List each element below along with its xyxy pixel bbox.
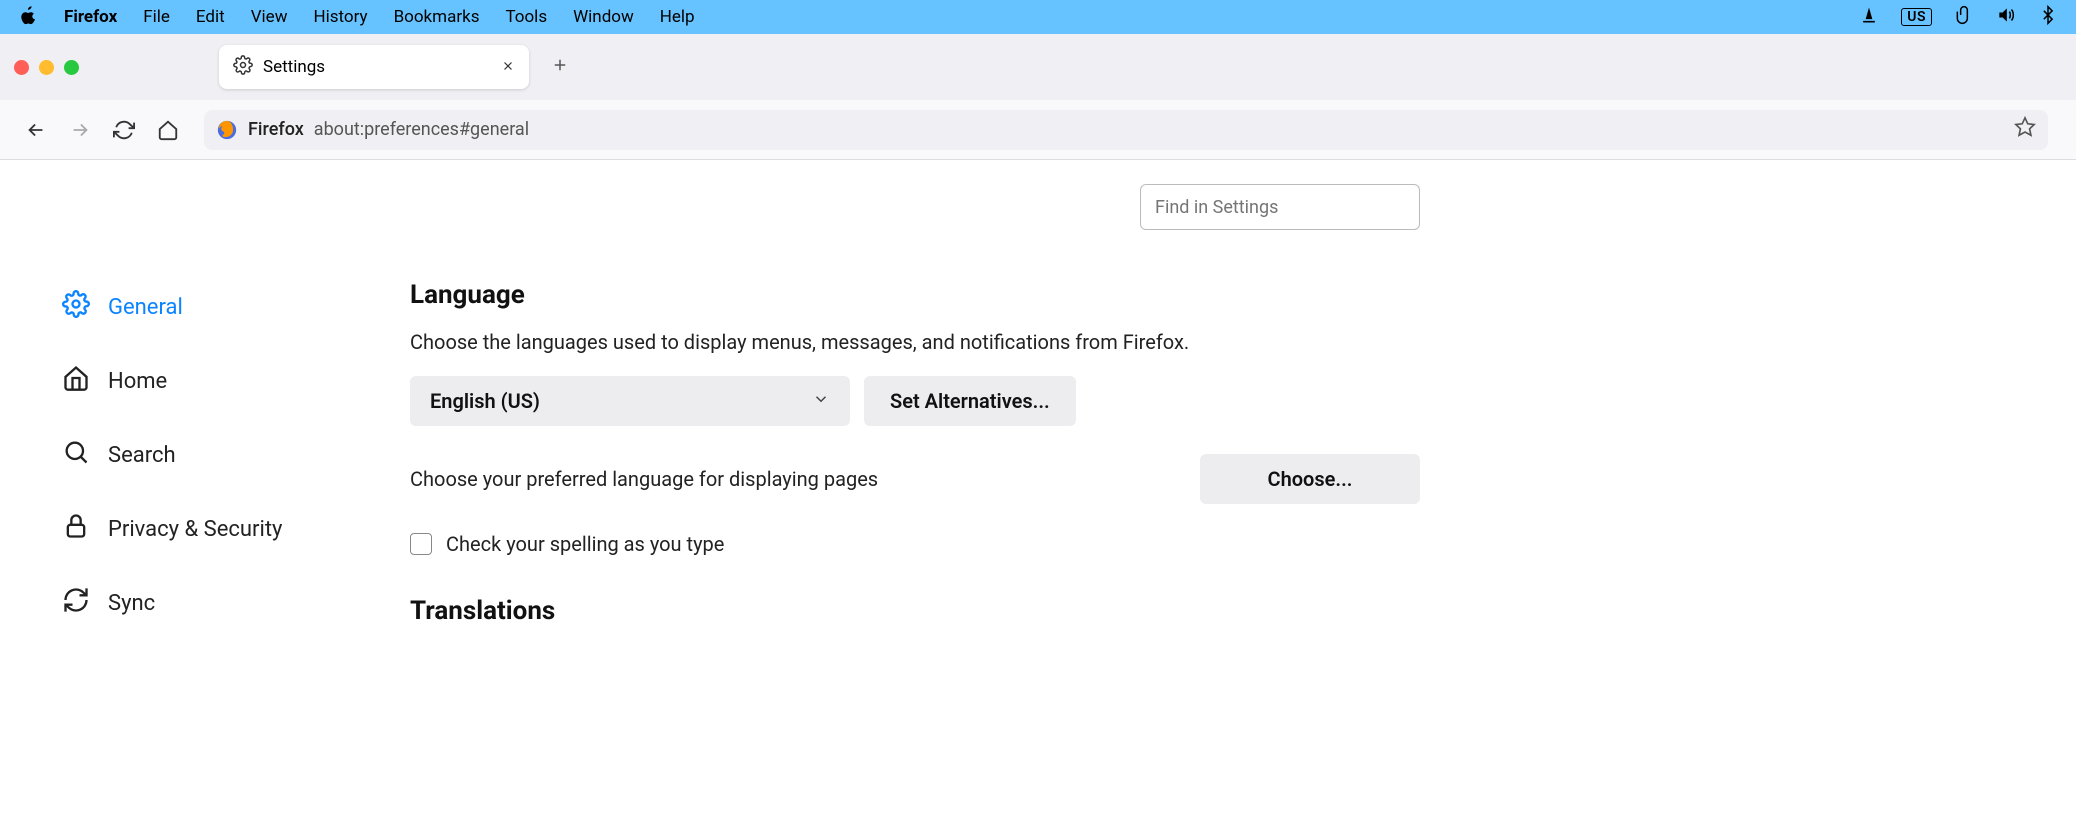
browser-tab[interactable]: Settings bbox=[219, 45, 529, 89]
macos-menubar: Firefox File Edit View History Bookmarks… bbox=[0, 0, 2076, 34]
bluetooth-icon[interactable] bbox=[2038, 5, 2058, 30]
sync-icon bbox=[62, 586, 90, 620]
firefox-icon bbox=[216, 119, 238, 141]
sidebar-item-label: Home bbox=[108, 369, 167, 394]
chevron-down-icon bbox=[812, 389, 830, 413]
url-identity: Firefox bbox=[248, 119, 304, 140]
url-text: about:preferences#general bbox=[314, 119, 529, 140]
menu-view[interactable]: View bbox=[251, 7, 288, 27]
spellcheck-checkbox[interactable] bbox=[410, 533, 432, 555]
window-close-button[interactable] bbox=[14, 60, 29, 75]
toolbar: Firefox about:preferences#general bbox=[0, 100, 2076, 160]
window-minimize-button[interactable] bbox=[39, 60, 54, 75]
home-button[interactable] bbox=[150, 112, 186, 148]
menu-tools[interactable]: Tools bbox=[505, 7, 547, 27]
main-panel: Language Choose the languages used to di… bbox=[360, 160, 1460, 836]
input-source-indicator[interactable]: US bbox=[1901, 8, 1932, 26]
tab-title: Settings bbox=[263, 57, 491, 77]
close-tab-icon[interactable] bbox=[501, 58, 515, 77]
sidebar-item-privacy[interactable]: Privacy & Security bbox=[50, 492, 360, 566]
sidebar-item-sync[interactable]: Sync bbox=[50, 566, 360, 640]
preferences-content: General Home Search Privacy & Security S… bbox=[0, 160, 2076, 836]
menubar-left: Firefox File Edit View History Bookmarks… bbox=[18, 5, 695, 30]
menubar-right: US bbox=[1859, 5, 2058, 30]
forward-button[interactable] bbox=[62, 112, 98, 148]
choose-language-button[interactable]: Choose... bbox=[1200, 454, 1420, 504]
spellcheck-label: Check your spelling as you type bbox=[446, 532, 724, 556]
url-bar[interactable]: Firefox about:preferences#general bbox=[204, 110, 2048, 150]
translations-heading: Translations bbox=[410, 596, 1420, 626]
language-description: Choose the languages used to display men… bbox=[410, 330, 1420, 354]
menu-bookmarks[interactable]: Bookmarks bbox=[394, 7, 480, 27]
menu-history[interactable]: History bbox=[313, 7, 367, 27]
sidebar-item-label: Privacy & Security bbox=[108, 517, 282, 542]
bookmark-star-icon[interactable] bbox=[2014, 116, 2036, 143]
set-alternatives-button[interactable]: Set Alternatives... bbox=[864, 376, 1076, 426]
sidebar-item-home[interactable]: Home bbox=[50, 344, 360, 418]
preferred-language-description: Choose your preferred language for displ… bbox=[410, 467, 878, 491]
window-maximize-button[interactable] bbox=[64, 60, 79, 75]
settings-search-input[interactable] bbox=[1140, 184, 1420, 230]
sidebar-item-label: Search bbox=[108, 443, 176, 468]
attachment-icon[interactable] bbox=[1954, 5, 1974, 30]
search-icon bbox=[62, 438, 90, 472]
tab-strip: Settings bbox=[0, 34, 2076, 100]
menu-help[interactable]: Help bbox=[660, 7, 695, 27]
language-heading: Language bbox=[410, 280, 1420, 310]
new-tab-button[interactable] bbox=[539, 55, 581, 80]
back-button[interactable] bbox=[18, 112, 54, 148]
sidebar-item-search[interactable]: Search bbox=[50, 418, 360, 492]
sidebar: General Home Search Privacy & Security S… bbox=[0, 160, 360, 836]
gear-icon bbox=[233, 55, 253, 79]
menu-window[interactable]: Window bbox=[573, 7, 634, 27]
traffic-lights bbox=[14, 60, 79, 75]
sidebar-item-label: Sync bbox=[108, 591, 155, 616]
language-select-value: English (US) bbox=[430, 389, 540, 413]
menubar-app-name[interactable]: Firefox bbox=[64, 7, 117, 27]
vlc-icon[interactable] bbox=[1859, 5, 1879, 30]
menu-file[interactable]: File bbox=[143, 7, 170, 27]
sidebar-item-label: General bbox=[108, 295, 183, 320]
lock-icon bbox=[62, 512, 90, 546]
home-icon bbox=[62, 364, 90, 398]
volume-icon[interactable] bbox=[1996, 5, 2016, 30]
reload-button[interactable] bbox=[106, 112, 142, 148]
menu-edit[interactable]: Edit bbox=[196, 7, 225, 27]
language-select[interactable]: English (US) bbox=[410, 376, 850, 426]
apple-icon[interactable] bbox=[18, 5, 38, 30]
sidebar-item-general[interactable]: General bbox=[50, 270, 360, 344]
gear-icon bbox=[62, 290, 90, 324]
